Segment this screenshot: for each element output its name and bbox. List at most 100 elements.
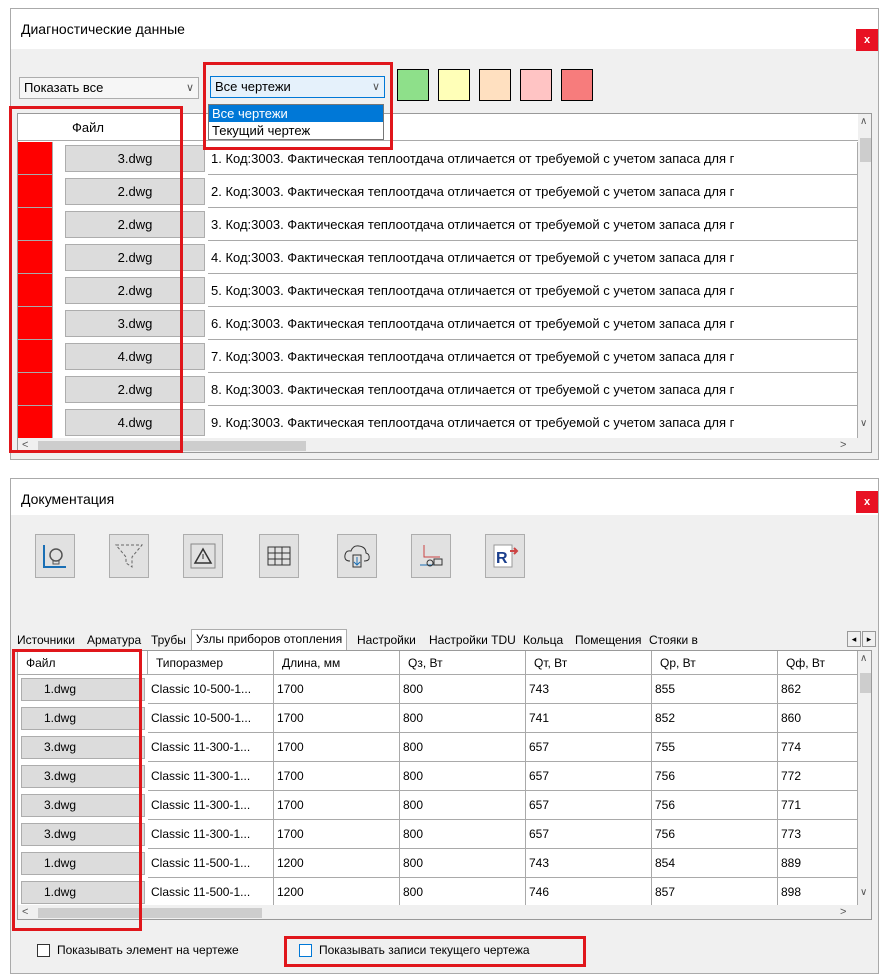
table-cell[interactable]: 771 [778, 791, 858, 820]
chevron-right-icon[interactable]: > [840, 906, 846, 918]
table-cell[interactable]: 860 [778, 704, 858, 733]
table-cell[interactable]: 800 [400, 878, 526, 907]
column-header[interactable]: Qр, Вт [652, 651, 778, 675]
message-cell[interactable]: 2. Код:3003. Фактическая теплоотдача отл… [208, 175, 858, 208]
chevron-right-icon[interactable]: > [840, 439, 846, 451]
tab-settings[interactable]: Настройки [353, 631, 420, 649]
table-cell[interactable]: 756 [652, 762, 778, 791]
chevron-up-icon[interactable]: ∧ [860, 653, 867, 664]
table-cell[interactable]: 756 [652, 820, 778, 849]
vertical-scrollbar[interactable]: ∧ ∨ [858, 651, 871, 905]
chevron-down-icon[interactable]: ∨ [860, 418, 867, 429]
tab-sources[interactable]: Источники [13, 631, 79, 649]
show-element-checkbox[interactable] [37, 944, 50, 957]
table-cell[interactable]: Classic 10-500-1... [148, 675, 274, 704]
swatch-yellow[interactable] [438, 69, 470, 101]
filter-combo[interactable]: Показать все ∨ [19, 77, 199, 99]
table-cell[interactable]: 772 [778, 762, 858, 791]
table-cell[interactable]: 1700 [274, 820, 400, 849]
table-cell[interactable]: 657 [526, 762, 652, 791]
table-cell[interactable]: 852 [652, 704, 778, 733]
table-cell[interactable]: 773 [778, 820, 858, 849]
filter-icon[interactable] [109, 534, 149, 578]
column-header[interactable]: Qз, Вт [400, 651, 526, 675]
close-button[interactable]: x [856, 29, 878, 51]
message-cell[interactable]: 9. Код:3003. Фактическая теплоотдача отл… [208, 406, 858, 439]
table-cell[interactable]: 800 [400, 820, 526, 849]
chevron-up-icon[interactable]: ∧ [860, 116, 867, 127]
revit-export-icon[interactable]: R [485, 534, 525, 578]
scroll-thumb[interactable] [860, 673, 871, 693]
table-cell[interactable]: 743 [526, 675, 652, 704]
horizontal-scrollbar[interactable]: < > [18, 905, 871, 919]
column-header[interactable]: Qф, Вт [778, 651, 858, 675]
table-cell[interactable]: 657 [526, 791, 652, 820]
table-cell[interactable]: 741 [526, 704, 652, 733]
table-cell[interactable]: 854 [652, 849, 778, 878]
scroll-thumb[interactable] [860, 138, 871, 162]
table-cell[interactable]: 800 [400, 675, 526, 704]
message-cell[interactable]: 5. Код:3003. Фактическая теплоотдача отл… [208, 274, 858, 307]
close-button[interactable]: x [856, 491, 878, 513]
swatch-orange[interactable] [479, 69, 511, 101]
table-cell[interactable]: 774 [778, 733, 858, 762]
table-cell[interactable]: 1700 [274, 733, 400, 762]
table-cell[interactable]: 756 [652, 791, 778, 820]
vertical-scrollbar[interactable]: ∧ ∨ [858, 114, 871, 438]
table-cell[interactable]: 800 [400, 704, 526, 733]
table-cell[interactable]: 1700 [274, 704, 400, 733]
swatch-red[interactable] [561, 69, 593, 101]
table-cell[interactable]: 800 [400, 849, 526, 878]
message-cell[interactable]: 8. Код:3003. Фактическая теплоотдача отл… [208, 373, 858, 406]
table-cell[interactable]: 800 [400, 791, 526, 820]
table-cell[interactable]: 1700 [274, 675, 400, 704]
chevron-down-icon[interactable]: ∨ [860, 887, 867, 898]
table-cell[interactable]: 898 [778, 878, 858, 907]
tab-rooms[interactable]: Помещения [571, 631, 645, 649]
tab-scroll-left-icon[interactable]: ◂ [847, 631, 861, 647]
tab-risers[interactable]: Стояки в [645, 631, 709, 649]
cloud-download-icon[interactable] [337, 534, 377, 578]
pipe-node-icon[interactable] [411, 534, 451, 578]
table-cell[interactable]: 800 [400, 762, 526, 791]
table-cell[interactable]: 743 [526, 849, 652, 878]
table-cell[interactable]: Classic 11-300-1... [148, 762, 274, 791]
table-cell[interactable]: 755 [652, 733, 778, 762]
table-cell[interactable]: 857 [652, 878, 778, 907]
table-cell[interactable]: 1700 [274, 762, 400, 791]
table-cell[interactable]: 855 [652, 675, 778, 704]
column-header[interactable]: Типоразмер [148, 651, 274, 675]
table-cell[interactable]: 800 [400, 733, 526, 762]
swatch-green[interactable] [397, 69, 429, 101]
table-cell[interactable]: Classic 11-300-1... [148, 791, 274, 820]
warning-icon[interactable] [183, 534, 223, 578]
tab-loops[interactable]: Кольца [519, 631, 567, 649]
table-cell[interactable]: Classic 11-500-1... [148, 878, 274, 907]
column-header[interactable]: Длина, мм [274, 651, 400, 675]
table-cell[interactable]: 889 [778, 849, 858, 878]
tab-tdu-settings[interactable]: Настройки TDU [425, 631, 520, 649]
tab-pipes[interactable]: Трубы [147, 631, 190, 649]
swatch-pink[interactable] [520, 69, 552, 101]
column-header[interactable]: Qт, Вт [526, 651, 652, 675]
table-cell[interactable]: 657 [526, 733, 652, 762]
table-cell[interactable]: 657 [526, 820, 652, 849]
table-icon[interactable] [259, 534, 299, 578]
table-cell[interactable]: Classic 11-300-1... [148, 733, 274, 762]
message-cell[interactable]: 6. Код:3003. Фактическая теплоотдача отл… [208, 307, 858, 340]
table-cell[interactable]: Classic 11-500-1... [148, 849, 274, 878]
table-cell[interactable]: 862 [778, 675, 858, 704]
table-cell[interactable]: 746 [526, 878, 652, 907]
tab-heater-nodes[interactable]: Узлы приборов отопления [191, 629, 348, 650]
source-icon[interactable] [35, 534, 75, 578]
tab-scroll-right-icon[interactable]: ▸ [862, 631, 876, 647]
table-cell[interactable]: 1200 [274, 878, 400, 907]
message-cell[interactable]: 4. Код:3003. Фактическая теплоотдача отл… [208, 241, 858, 274]
message-cell[interactable]: 7. Код:3003. Фактическая теплоотдача отл… [208, 340, 858, 373]
tab-fittings[interactable]: Арматура [83, 631, 145, 649]
table-cell[interactable]: Classic 11-300-1... [148, 820, 274, 849]
table-cell[interactable]: 1700 [274, 791, 400, 820]
message-cell[interactable]: 3. Код:3003. Фактическая теплоотдача отл… [208, 208, 858, 241]
table-cell[interactable]: Classic 10-500-1... [148, 704, 274, 733]
table-cell[interactable]: 1200 [274, 849, 400, 878]
